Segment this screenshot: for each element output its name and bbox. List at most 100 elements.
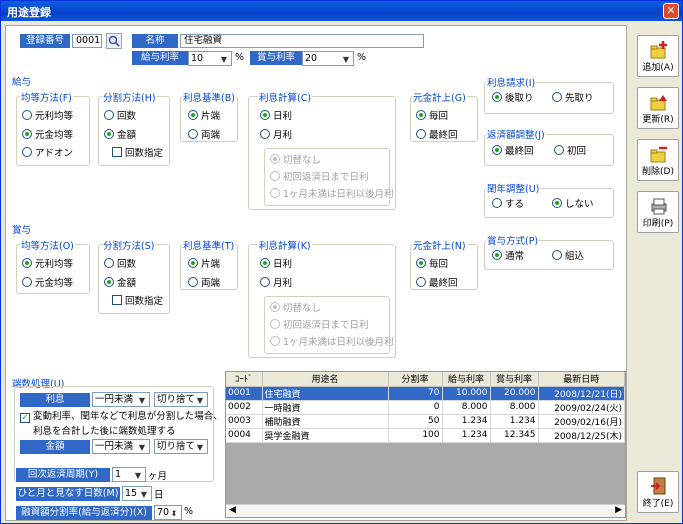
chevron-down-icon: ▼ (138, 396, 146, 405)
table-row[interactable]: 0004 奨学金融資 100 1.234 12.345 2008/12/25(木) (226, 428, 625, 443)
table-cell: 1.234 (442, 428, 491, 443)
search-icon[interactable] (106, 33, 122, 49)
rate-select[interactable]: 10 ▼ (188, 51, 232, 66)
salary-calc-option[interactable]: 日利 (260, 110, 292, 122)
rounding-interest-mode-select[interactable]: 切り捨て ▼ (154, 392, 208, 407)
col-header[interactable]: 最新日時 (538, 372, 625, 387)
bonus-calc-sub-option: 切替なし (270, 302, 321, 314)
salary-equal-option[interactable]: 元利均等 (22, 110, 73, 122)
print-button[interactable]: 印刷(P) (637, 191, 679, 233)
table-row[interactable]: 0002 一時融資 0 8.000 8.000 2009/02/24(火) (226, 400, 625, 415)
table-cell: 2009/02/24(火) (538, 400, 625, 415)
col-header[interactable]: 賞与利率 (490, 372, 539, 387)
col-header[interactable]: 分割率 (388, 372, 443, 387)
bonus-principal-option[interactable]: 毎回 (416, 258, 448, 270)
table-cell: 奨学金融資 (262, 428, 389, 443)
interest-claim-option[interactable]: 先取り (552, 92, 594, 104)
salary-split-option[interactable]: 回数 (104, 110, 136, 122)
salary-principal-option[interactable]: 毎回 (416, 110, 448, 122)
chevron-down-icon: ▼ (220, 55, 228, 64)
bonus-equal-option[interactable]: 元金均等 (22, 277, 73, 289)
salary-split-option[interactable]: 金額 (104, 129, 136, 141)
table-row[interactable]: 0001 住宅融資 70 10.000 20.000 2008/12/21(日) (226, 386, 625, 401)
horizontal-scrollbar[interactable]: ◀ ▶ (226, 504, 625, 517)
month-days-select[interactable]: 15 ▼ (122, 486, 152, 501)
bonus-calc-option[interactable]: 日利 (260, 258, 292, 270)
table-cell: 1.234 (490, 414, 539, 429)
empty-row (226, 455, 625, 468)
chevron-down-icon: ▼ (196, 443, 204, 452)
exit-door-icon (651, 477, 666, 495)
rate-label: 給与利率 (132, 51, 188, 65)
repay-adjust-option[interactable]: 初回 (554, 145, 586, 157)
bonus-base-option[interactable]: 片端 (188, 258, 220, 270)
month-days-label: ひと月と見なす日数(M) (16, 487, 120, 501)
ratio-unit: % (184, 506, 194, 517)
bonus-base-option[interactable]: 両端 (188, 277, 220, 289)
table-cell: 20.000 (490, 386, 539, 401)
salary-equal-title: 均等方法(F) (20, 90, 73, 104)
bonus-calc-option[interactable]: 月利 (260, 277, 292, 289)
bonus-principal-option[interactable]: 最終回 (416, 277, 458, 289)
bonus-method-option[interactable]: 組込 (552, 250, 584, 262)
name-field[interactable]: 住宅融資 (180, 34, 424, 48)
table-cell: 2008/12/21(日) (538, 386, 625, 401)
salary-calc-option[interactable]: 月利 (260, 129, 292, 141)
chevron-down-icon: ▼ (134, 471, 142, 480)
bonus-split-checkbox[interactable]: 回数指定 (112, 295, 163, 307)
delete-folder-icon (650, 146, 667, 163)
salary-base-option[interactable]: 片端 (188, 110, 220, 122)
rate-unit: % (235, 52, 245, 63)
delete-button-label: 削除(D) (642, 167, 674, 177)
rounding-interest-label: 利息 (20, 393, 90, 407)
table-cell: 8.000 (442, 400, 491, 415)
salary-calc-title: 利息計算(C) (258, 90, 313, 104)
interest-claim-option[interactable]: 後取り (492, 92, 534, 104)
scroll-right-icon: ▶ (615, 505, 622, 515)
empty-row (226, 481, 625, 494)
ratio-spinner[interactable]: 70 ⬍ (154, 505, 182, 520)
cycle-select[interactable]: 1 ▼ (112, 467, 146, 482)
add-button[interactable]: 追加(A) (637, 35, 679, 77)
leap-adjust-option[interactable]: しない (552, 198, 594, 210)
salary-calc-sub-option: 切替なし (270, 154, 321, 166)
leap-adjust-option[interactable]: する (492, 198, 524, 210)
bonus-method-option[interactable]: 通常 (492, 250, 524, 262)
salary-equal-option[interactable]: 元金均等 (22, 129, 73, 141)
bonus-split-option[interactable]: 回数 (104, 258, 136, 270)
rounding-interest-unit-select[interactable]: 一円未満 ▼ (92, 392, 150, 407)
bonus-split-option[interactable]: 金額 (104, 277, 136, 289)
code-field[interactable]: 0001 (72, 34, 102, 48)
bonus-rate-select[interactable]: 20 ▼ (302, 51, 354, 66)
salary-calc-sub-option: 1ヶ月未満は日利以後月利 (270, 188, 394, 200)
table-row[interactable]: 0003 補助融資 50 1.234 1.234 2009/02/16(月) (226, 414, 625, 429)
table-cell: 1.234 (442, 414, 491, 429)
update-folder-icon (650, 95, 667, 111)
col-header[interactable]: 給与利率 (442, 372, 491, 387)
salary-principal-option[interactable]: 最終回 (416, 129, 458, 141)
close-button[interactable]: ✕ (663, 3, 679, 19)
update-button[interactable]: 更新(R) (637, 87, 679, 129)
bonus-equal-option[interactable]: 元利均等 (22, 258, 73, 270)
exit-button[interactable]: 終了(E) (637, 471, 679, 513)
table-cell: 2008/12/25(木) (538, 428, 625, 443)
rounding-aggregate-checkbox[interactable]: ✓ 変動利率、閏年などで利息が分割した場合、 (20, 411, 223, 423)
chevron-down-icon: ▼ (140, 490, 148, 499)
bonus-rate-label: 賞与利率 (250, 51, 302, 65)
name-label: 名称 (132, 34, 178, 48)
col-header[interactable]: ｺｰﾄﾞ (226, 372, 263, 387)
spinner-icon: ⬍ (170, 509, 178, 518)
salary-equal-option[interactable]: アドオン (22, 147, 73, 159)
table-cell: 2009/02/16(月) (538, 414, 625, 429)
col-header[interactable]: 用途名 (262, 372, 389, 387)
delete-button[interactable]: 削除(D) (637, 139, 679, 181)
repay-adjust-option[interactable]: 最終回 (492, 145, 534, 157)
usage-table[interactable]: ｺｰﾄﾞ 用途名 分割率 給与利率 賞与利率 最新日時 0001 住宅融資 70 10… (225, 371, 626, 518)
salary-base-option[interactable]: 両端 (188, 129, 220, 141)
bonus-split-title: 分割方法(S) (102, 238, 156, 252)
interest-claim-title: 利息請求(I) (486, 75, 537, 89)
bonus-calc-sub-option: 初回返済日まで日利 (270, 319, 369, 331)
rounding-amount-mode-select[interactable]: 切り捨て ▼ (154, 439, 208, 454)
rounding-amount-unit-select[interactable]: 一円未満 ▼ (92, 439, 150, 454)
salary-split-checkbox[interactable]: 回数指定 (112, 147, 163, 159)
